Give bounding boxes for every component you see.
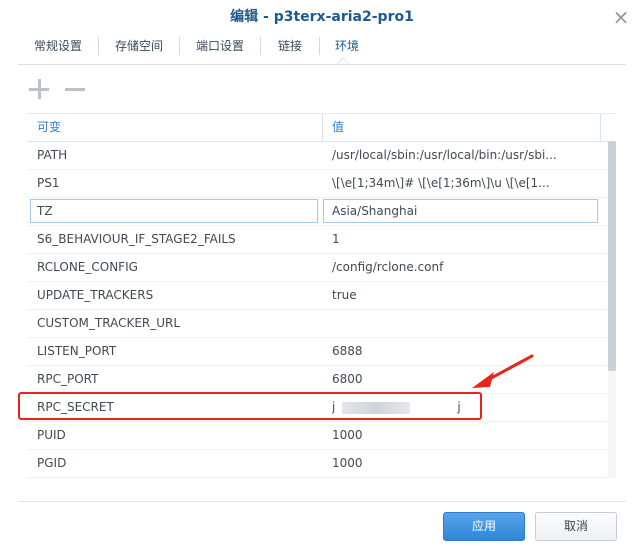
env-key: UPDATE_TRACKERS [37, 288, 154, 302]
scrollbar-thumb[interactable] [608, 141, 616, 371]
env-key: PGID [37, 456, 67, 470]
env-value [332, 309, 592, 337]
table-row[interactable]: CUSTOM_TRACKER_URL [27, 309, 607, 338]
table-row[interactable]: PS1 \[\e[1;34m\]# \[\e[1;36m\]\u \[\e[1.… [27, 169, 607, 198]
table-row[interactable]: RCLONE_CONFIG /config/rclone.conf [27, 253, 607, 282]
env-value: /usr/local/sbin:/usr/local/bin:/usr/sbi.… [332, 148, 557, 162]
env-key: CUSTOM_TRACKER_URL [37, 316, 181, 330]
table-row[interactable]: UPDATE_TRACKERS true [27, 281, 607, 310]
table-row[interactable]: PGID 1000 [27, 449, 607, 478]
env-value: \[\e[1;34m\]# \[\e[1;36m\]\u \[\e[1... [332, 176, 550, 190]
environment-table: 可变 值 PATH /usr/local/sbin:/usr/local/bin… [27, 113, 616, 478]
tab-storage[interactable]: 存储空间 [99, 34, 179, 64]
env-key: RCLONE_CONFIG [37, 260, 138, 274]
table-row[interactable]: PATH /usr/local/sbin:/usr/local/bin:/usr… [27, 141, 607, 170]
env-key: PATH [37, 148, 68, 162]
env-key: S6_BEHAVIOUR_IF_STAGE2_FAILS [37, 232, 236, 246]
env-key: PS1 [37, 176, 60, 190]
env-key: PUID [37, 428, 66, 442]
env-value: 1 [332, 232, 340, 246]
table-row[interactable]: S6_BEHAVIOUR_IF_STAGE2_FAILS 1 [27, 225, 607, 254]
table-scrollbar[interactable] [608, 141, 616, 478]
active-tab-indicator [337, 57, 349, 64]
window-title: 编辑 - p3terx-aria2-pro1 [230, 9, 414, 25]
env-value: 1000 [332, 456, 363, 470]
minus-icon[interactable] [64, 78, 88, 102]
annotation-arrow-icon [472, 354, 534, 388]
env-value: 6888 [332, 344, 363, 358]
column-header-value[interactable]: 值 [332, 114, 344, 141]
table-row-editing[interactable]: TZ Asia/Shanghai [27, 197, 607, 226]
table-header: 可变 值 [27, 113, 616, 142]
env-value: 6800 [332, 372, 363, 386]
env-value: true [332, 288, 357, 302]
tab-bar: 常规设置 存储空间 端口设置 链接 环境 [18, 34, 626, 65]
highlight-box [18, 392, 482, 420]
env-key: LISTEN_PORT [37, 344, 117, 358]
plus-icon[interactable] [28, 78, 52, 102]
column-header-variable[interactable]: 可变 [37, 114, 61, 141]
env-key: RPC_PORT [37, 372, 99, 386]
env-value: 1000 [332, 428, 363, 442]
tab-general[interactable]: 常规设置 [18, 34, 98, 64]
footer-divider [18, 501, 626, 502]
tab-links[interactable]: 链接 [261, 34, 319, 64]
tab-ports[interactable]: 端口设置 [180, 34, 260, 64]
table-row[interactable]: PUID 1000 [27, 421, 607, 450]
env-value: /config/rclone.conf [332, 260, 444, 274]
cancel-button[interactable]: 取消 [535, 512, 617, 541]
env-key-input[interactable]: TZ [30, 199, 318, 223]
apply-button[interactable]: 应用 [443, 512, 525, 541]
env-value-input[interactable]: Asia/Shanghai [323, 199, 598, 223]
close-icon[interactable]: × [612, 7, 630, 27]
